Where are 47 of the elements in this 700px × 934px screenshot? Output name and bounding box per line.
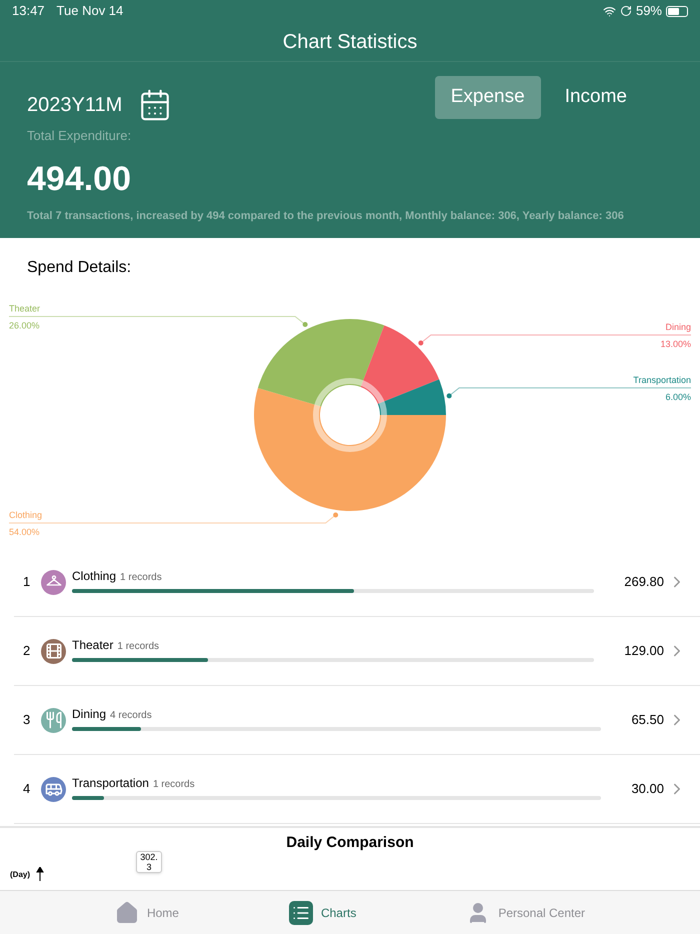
section-title: Spend Details:: [27, 259, 132, 276]
home-icon: [114, 900, 139, 924]
section-title: Daily Comparison: [286, 834, 414, 851]
slice-percent: 13.00%: [660, 339, 691, 350]
category-amount: 129.00: [624, 642, 664, 660]
total-label: Total Expenditure:: [27, 127, 132, 145]
month-label: 2023Y11M: [27, 93, 122, 118]
total-amount: 494.00: [27, 162, 132, 196]
rotation-lock-icon: [620, 5, 632, 17]
category-amount: 65.50: [631, 711, 664, 730]
record-count: 1 records: [117, 640, 160, 654]
category-name: Dining: [72, 706, 106, 723]
rank-number: 2: [23, 642, 32, 660]
category-name: Theater: [72, 637, 114, 654]
record-count: 4 records: [110, 709, 152, 723]
slice-label: Clothing: [9, 510, 42, 520]
record-count: 1 records: [152, 778, 195, 792]
summary-note: Total 7 transactions, increased by 494 compared to the previous month, Monthly balance: 306, Yearly balance: 306: [27, 208, 625, 224]
battery-percent: 59%: [636, 2, 662, 20]
slice-label: Transportation: [633, 374, 691, 385]
category-name: Transportation: [72, 775, 149, 792]
type-toggle[interactable]: Expense: [434, 76, 541, 119]
category-amount: 269.80: [624, 573, 664, 592]
slice-label: Dining: [665, 322, 691, 332]
slice-percent: 6.00%: [665, 392, 691, 402]
category-name: Clothing: [72, 568, 116, 585]
slice-percent: 54.00%: [9, 526, 40, 537]
record-count: 1 records: [120, 571, 162, 585]
axis-arrow: [36, 867, 44, 881]
battery-icon: [666, 6, 688, 16]
page-title: Chart Statistics: [282, 30, 418, 54]
tab-bar-item[interactable]: Charts: [288, 900, 356, 924]
status-time: 13:47: [12, 2, 45, 20]
tab-bar-item[interactable]: Personal Center: [466, 900, 586, 924]
status-date: Tue Nov 14: [56, 2, 124, 20]
rank-number: 1: [23, 573, 32, 592]
category-amount: 30.00: [631, 780, 664, 798]
value-tooltip: 302.3: [136, 851, 162, 873]
axis-label: (Day): [10, 869, 30, 881]
slice-label: Theater: [9, 304, 40, 314]
type-toggle[interactable]: Income: [548, 76, 643, 119]
tab-bar-item[interactable]: Home: [114, 900, 179, 924]
rank-number: 3: [23, 711, 32, 730]
slice-percent: 26.00%: [9, 320, 40, 330]
list-icon: [288, 900, 313, 924]
rank-number: 4: [23, 780, 32, 798]
wifi-icon: [602, 4, 616, 18]
